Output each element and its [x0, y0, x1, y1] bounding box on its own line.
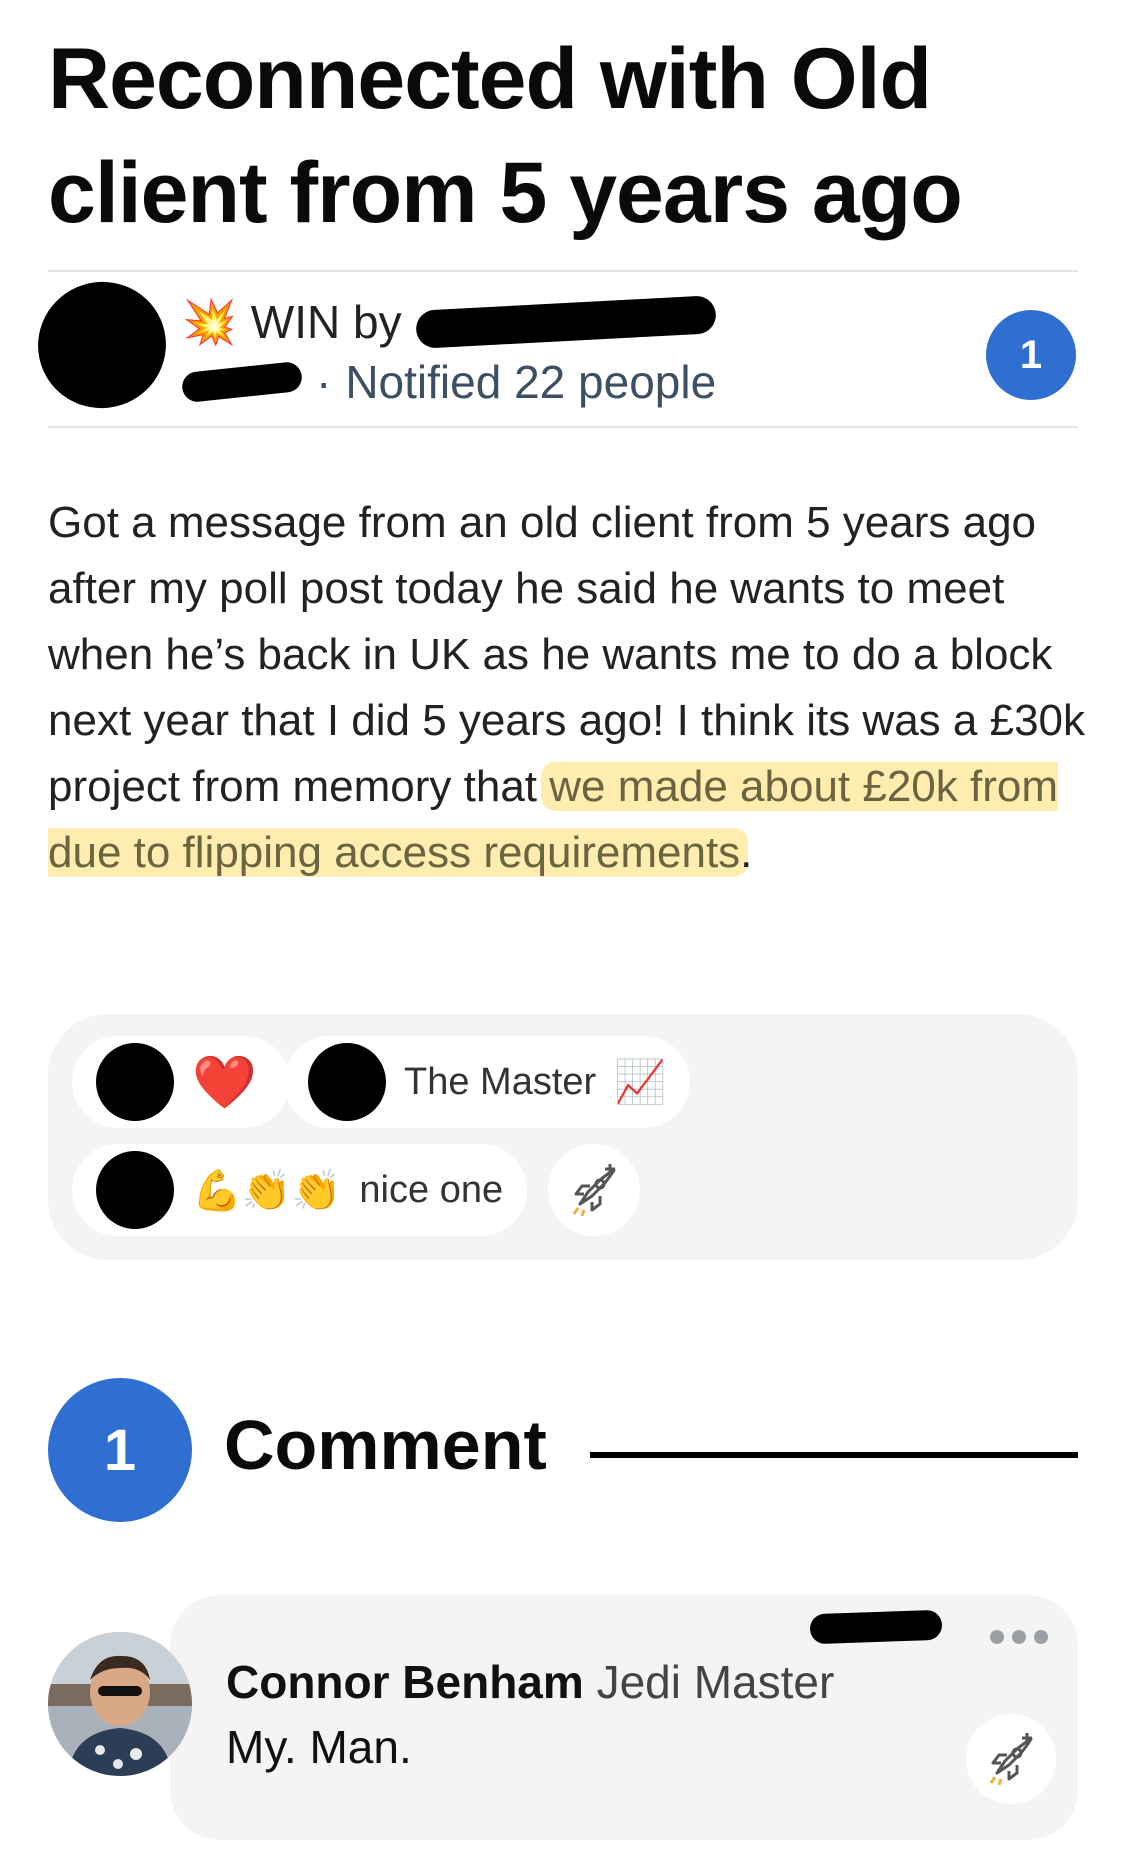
flexed-biceps-clapping-icons: 💪👏👏 [192, 1168, 342, 1213]
post-body-end: . [740, 828, 753, 877]
meta-separator: · [316, 356, 332, 408]
reactor-avatar-redacted [96, 1151, 174, 1229]
reaction-label: The Master [404, 1060, 597, 1103]
post-meta-notified: · Notified 22 people [180, 355, 717, 409]
reactor-avatar-redacted [308, 1043, 386, 1121]
rocket-plus-icon [989, 1733, 1033, 1786]
comment-author-role: Jedi Master [596, 1656, 835, 1708]
unread-count-badge[interactable]: 1 [986, 310, 1076, 400]
comment-card[interactable] [170, 1595, 1078, 1840]
notified-count: Notified 22 people [345, 356, 717, 408]
comment-text: My. Man. [226, 1721, 412, 1773]
reactor-avatar-redacted [96, 1043, 174, 1121]
comment-author-name[interactable]: Connor Benham [226, 1656, 584, 1708]
reactions-panel: ❤️ The Master 📈 💪👏👏 nice one [48, 1014, 1078, 1260]
post-tag-label: WIN by [250, 296, 402, 348]
chart-increasing-icon: 📈 [614, 1057, 667, 1105]
reaction-pill-nice-one[interactable]: 💪👏👏 nice one [72, 1144, 528, 1236]
collision-icon: 💥 [182, 298, 237, 347]
add-reaction-button[interactable] [548, 1144, 640, 1236]
rocket-plus-icon [572, 1164, 616, 1217]
comments-heading-rule [590, 1452, 1078, 1458]
reaction-pill-the-master[interactable]: The Master 📈 [284, 1036, 691, 1128]
author-subtitle-redacted [180, 360, 304, 404]
post-title: Reconnected with Old client from 5 years… [48, 31, 963, 241]
header-divider-top [48, 270, 1078, 272]
author-avatar-redacted[interactable] [21, 265, 183, 425]
comment-add-reaction-button[interactable] [966, 1714, 1056, 1804]
post-body: Got a message from an old client from 5 … [48, 490, 1088, 886]
reaction-label: nice one [359, 1168, 504, 1211]
post-meta-tag: 💥 WIN by [182, 295, 717, 349]
reaction-pill-heart[interactable]: ❤️ [72, 1036, 290, 1128]
avatar[interactable] [48, 1632, 192, 1776]
author-name-redacted[interactable] [414, 295, 717, 349]
comment-count-badge: 1 [48, 1378, 192, 1522]
comment-meta-redacted [809, 1609, 943, 1645]
comments-heading: Comment [224, 1406, 547, 1484]
heart-icon: ❤️ [192, 1053, 257, 1112]
comment-author-line: Connor Benham Jedi Master [226, 1655, 834, 1709]
header-divider-bottom [48, 426, 1078, 428]
connor-avatar-photo [48, 1632, 192, 1776]
comment-more-options-icon[interactable] [990, 1630, 1048, 1644]
